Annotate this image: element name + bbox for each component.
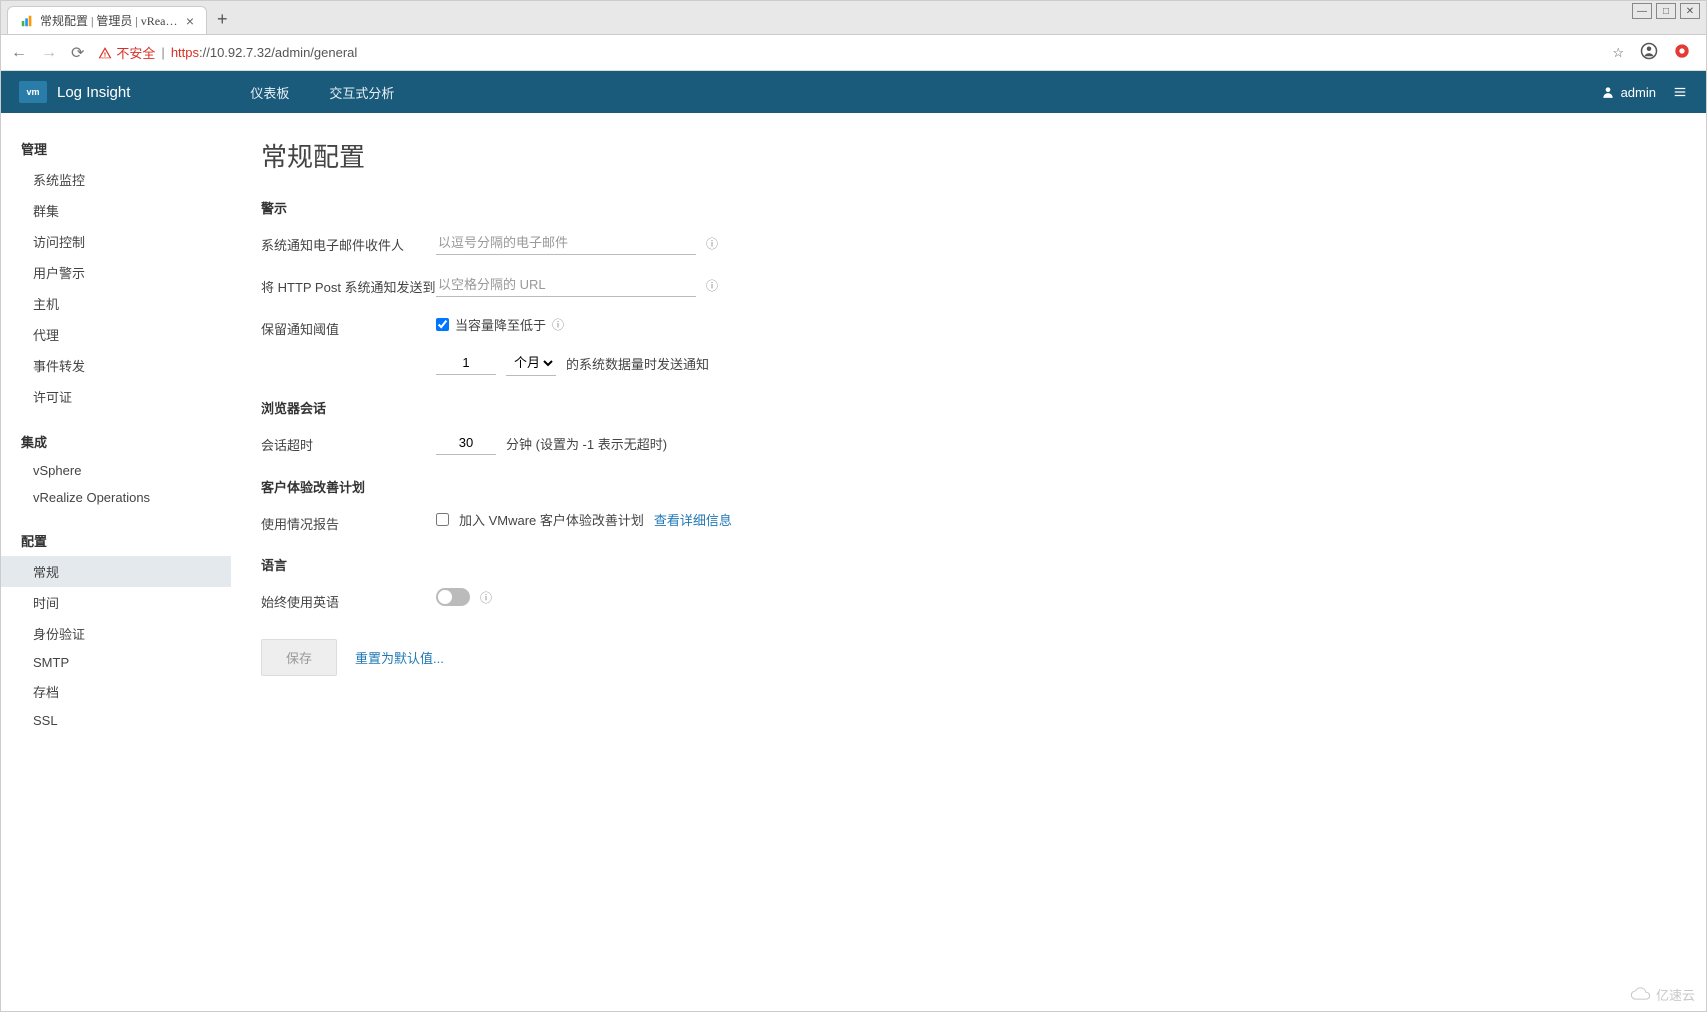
- sidebar-item-access-control[interactable]: 访问控制: [1, 226, 231, 257]
- tab-title: 常规配置 | 管理员 | vRealize: [40, 12, 180, 29]
- reset-defaults-link[interactable]: 重置为默认值...: [355, 648, 444, 667]
- app-title: Log Insight: [57, 84, 130, 101]
- sidebar-item-general[interactable]: 常规: [1, 556, 231, 587]
- section-ceip-title: 客户体验改善计划: [261, 477, 1676, 496]
- session-timeout-suffix: 分钟 (设置为 -1 表示无超时): [506, 434, 667, 453]
- new-tab-button[interactable]: +: [207, 5, 238, 34]
- cloud-icon: [1630, 987, 1652, 1003]
- back-icon[interactable]: ←: [11, 44, 27, 62]
- threshold-value-input[interactable]: [436, 351, 496, 375]
- ceip-details-link[interactable]: 查看详细信息: [654, 510, 732, 529]
- section-session-title: 浏览器会话: [261, 398, 1676, 417]
- section-language-title: 语言: [261, 555, 1676, 574]
- page-title: 常规配置: [261, 137, 1676, 174]
- sidebar-item-user-alerts[interactable]: 用户警示: [1, 257, 231, 288]
- sidebar-item-ssl[interactable]: SSL: [1, 707, 231, 734]
- sidebar-item-agents[interactable]: 代理: [1, 319, 231, 350]
- sidebar-item-event-forwarding[interactable]: 事件转发: [1, 350, 231, 381]
- app-header: vm Log Insight 仪表板 交互式分析 admin: [1, 71, 1706, 113]
- window-close-icon[interactable]: ✕: [1680, 3, 1700, 19]
- extension-icon[interactable]: [1674, 43, 1690, 62]
- insecure-warning: 不安全: [98, 43, 155, 62]
- threshold-unit-select[interactable]: 个月: [506, 350, 556, 376]
- sidebar-item-archive[interactable]: 存档: [1, 676, 231, 707]
- ceip-join-label: 加入 VMware 客户体验改善计划: [459, 510, 644, 529]
- sidebar-item-cluster[interactable]: 群集: [1, 195, 231, 226]
- tab-close-icon[interactable]: ×: [186, 13, 194, 29]
- info-icon[interactable]: ⓘ: [480, 589, 492, 606]
- threshold-suffix: 的系统数据量时发送通知: [566, 354, 709, 373]
- address-bar: ← → ⟳ 不安全 | https://10.92.7.32/admin/gen…: [1, 35, 1706, 71]
- url-field[interactable]: 不安全 | https://10.92.7.32/admin/general: [98, 43, 1598, 62]
- nav-dashboard[interactable]: 仪表板: [250, 83, 289, 102]
- section-alerts-title: 警示: [261, 198, 1676, 217]
- forward-icon[interactable]: →: [41, 44, 57, 62]
- session-timeout-input[interactable]: [436, 431, 496, 455]
- window-maximize-icon[interactable]: □: [1656, 3, 1676, 19]
- info-icon[interactable]: ⓘ: [552, 316, 564, 333]
- threshold-checkbox-label: 当容量降至低于: [455, 315, 546, 334]
- email-recipients-label: 系统通知电子邮件收件人: [261, 231, 436, 254]
- profile-icon[interactable]: [1640, 42, 1658, 63]
- always-english-label: 始终使用英语: [261, 588, 436, 611]
- info-icon[interactable]: ⓘ: [706, 235, 718, 252]
- sidebar-group-configuration: 配置: [1, 525, 231, 556]
- sidebar-item-vrealize-operations[interactable]: vRealize Operations: [1, 484, 231, 511]
- watermark: 亿速云: [1630, 985, 1695, 1004]
- toggle-knob: [438, 590, 452, 604]
- window-minimize-icon[interactable]: —: [1632, 3, 1652, 19]
- sidebar-item-license[interactable]: 许可证: [1, 381, 231, 412]
- browser-tab[interactable]: 常规配置 | 管理员 | vRealize ×: [7, 6, 207, 34]
- retention-threshold-label: 保留通知阈值: [261, 315, 436, 338]
- threshold-checkbox[interactable]: [436, 318, 449, 331]
- http-post-label: 将 HTTP Post 系统通知发送到: [261, 273, 436, 296]
- usage-report-label: 使用情况报告: [261, 510, 436, 533]
- user-icon: [1601, 85, 1615, 99]
- save-button[interactable]: 保存: [261, 639, 337, 676]
- info-icon[interactable]: ⓘ: [706, 277, 718, 294]
- sidebar-item-hosts[interactable]: 主机: [1, 288, 231, 319]
- tab-favicon-icon: [20, 14, 34, 28]
- sidebar-item-authentication[interactable]: 身份验证: [1, 618, 231, 649]
- vmware-logo: vm: [19, 81, 47, 103]
- ceip-checkbox[interactable]: [436, 513, 449, 526]
- email-recipients-input[interactable]: [436, 231, 696, 255]
- session-timeout-label: 会话超时: [261, 431, 436, 454]
- browser-tab-bar: — □ ✕ 常规配置 | 管理员 | vRealize × +: [1, 1, 1706, 35]
- nav-interactive-analytics[interactable]: 交互式分析: [329, 83, 394, 102]
- reload-icon[interactable]: ⟳: [71, 43, 84, 63]
- http-post-input[interactable]: [436, 273, 696, 297]
- warning-triangle-icon: [98, 46, 112, 60]
- sidebar-item-system-monitor[interactable]: 系统监控: [1, 164, 231, 195]
- user-menu[interactable]: admin: [1601, 85, 1688, 100]
- sidebar-item-time[interactable]: 时间: [1, 587, 231, 618]
- sidebar-item-vsphere[interactable]: vSphere: [1, 457, 231, 484]
- sidebar-item-smtp[interactable]: SMTP: [1, 649, 231, 676]
- sidebar-group-integration: 集成: [1, 426, 231, 457]
- english-toggle[interactable]: [436, 588, 470, 606]
- sidebar: 管理 系统监控 群集 访问控制 用户警示 主机 代理 事件转发 许可证 集成 v…: [1, 113, 231, 1011]
- sidebar-group-management: 管理: [1, 133, 231, 164]
- bookmark-star-icon[interactable]: ☆: [1612, 45, 1624, 61]
- hamburger-menu-icon[interactable]: [1672, 85, 1688, 99]
- content-area: 常规配置 警示 系统通知电子邮件收件人 ⓘ 将 HTTP Post 系统通知发送…: [231, 113, 1706, 1011]
